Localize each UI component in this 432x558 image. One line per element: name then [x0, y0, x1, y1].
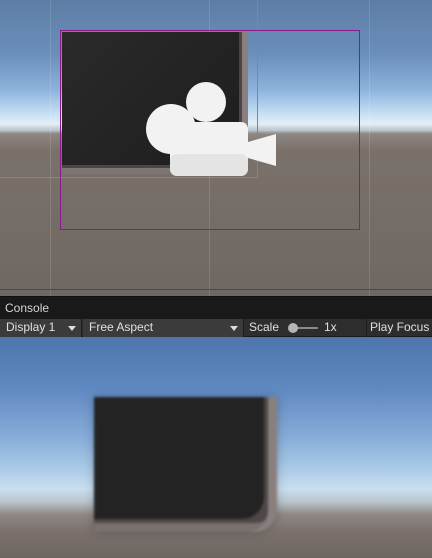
dropdown-caret-icon — [68, 326, 76, 331]
tab-console[interactable]: Console — [5, 301, 49, 315]
game-view-toolbar: Display 1 Free Aspect Scale 1x Play Focu… — [0, 318, 432, 337]
scale-value: 1x — [324, 320, 337, 334]
selection-outline-purple-edge — [0, 289, 432, 290]
game-view[interactable] — [0, 337, 432, 558]
grid-line — [369, 0, 370, 296]
aspect-dropdown-label: Free Aspect — [89, 320, 154, 334]
play-focus-label: Play Focus — [370, 320, 430, 334]
scale-label: Scale — [249, 320, 280, 334]
display-dropdown[interactable]: Display 1 — [0, 319, 82, 337]
unity-editor-window: Console Display 1 Free Aspect Scale 1x P… — [0, 0, 432, 558]
dropdown-caret-icon — [230, 326, 238, 331]
tab-header: Console — [0, 296, 432, 318]
play-focus-dropdown[interactable]: Play Focus — [366, 319, 432, 337]
camera-icon[interactable] — [144, 82, 278, 178]
game-ui-panel — [94, 397, 277, 532]
scale-slider-thumb[interactable] — [288, 323, 298, 333]
display-dropdown-label: Display 1 — [6, 320, 56, 334]
aspect-dropdown[interactable]: Free Aspect — [83, 319, 244, 337]
scene-view[interactable] — [0, 0, 432, 296]
